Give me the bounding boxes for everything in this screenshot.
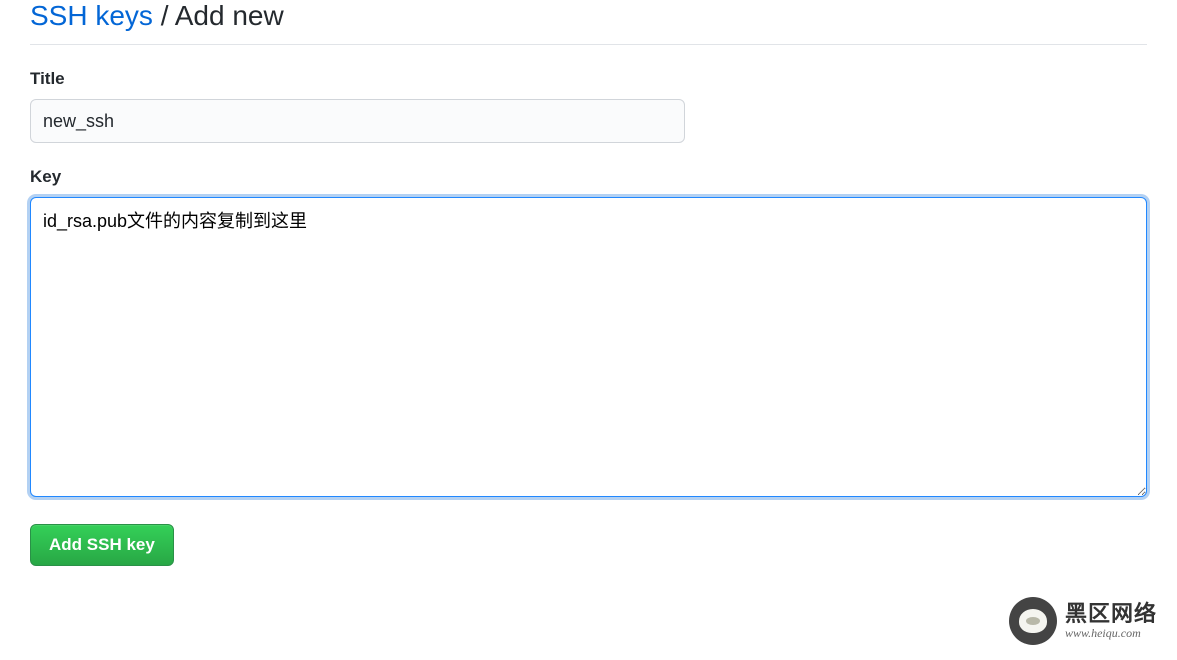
- watermark-url: www.heiqu.com: [1065, 627, 1157, 640]
- title-form-group: Title: [30, 69, 1147, 143]
- breadcrumb-separator: /: [153, 0, 175, 31]
- watermark-logo-icon: [1009, 597, 1057, 645]
- watermark: 黑区网络 www.heiqu.com: [1009, 597, 1157, 645]
- key-textarea[interactable]: id_rsa.pub文件的内容复制到这里: [30, 197, 1147, 497]
- page-header: SSH keys / Add new: [30, 0, 1147, 45]
- watermark-text: 黑区网络 www.heiqu.com: [1065, 602, 1157, 639]
- ssh-keys-link[interactable]: SSH keys: [30, 0, 153, 31]
- breadcrumb-current: Add new: [175, 0, 284, 31]
- key-label: Key: [30, 167, 1147, 187]
- title-label: Title: [30, 69, 1147, 89]
- add-ssh-key-button[interactable]: Add SSH key: [30, 524, 174, 566]
- key-form-group: Key id_rsa.pub文件的内容复制到这里: [30, 167, 1147, 500]
- title-input[interactable]: [30, 99, 685, 143]
- watermark-title: 黑区网络: [1065, 602, 1157, 626]
